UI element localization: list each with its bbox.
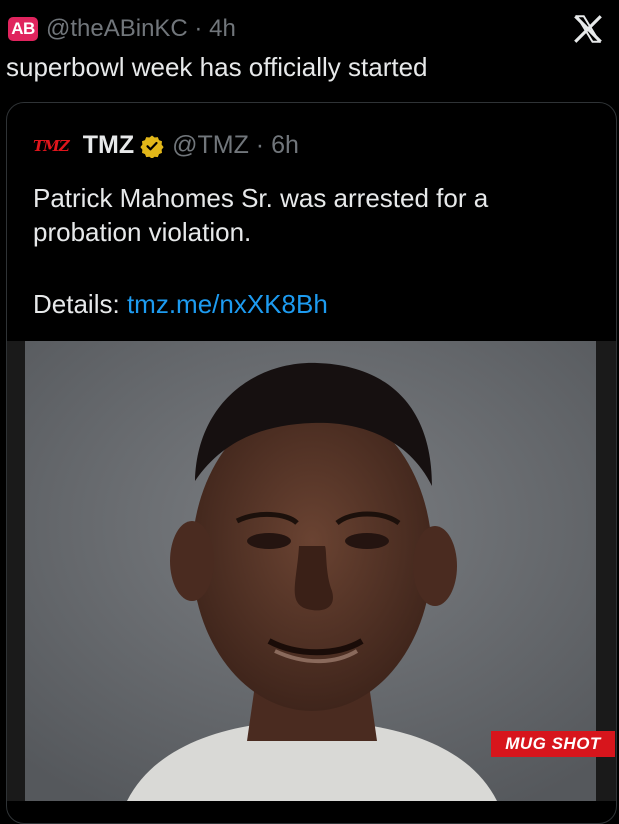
verified-badge-icon (140, 135, 164, 158)
quoted-text: Patrick Mahomes Sr. was arrested for a p… (33, 183, 489, 247)
quoted-tweet-card[interactable]: TMZ TMZ @TMZ · 6h Patrick Mahomes Sr. wa… (6, 102, 617, 824)
tweet-handle-time[interactable]: @theABinKC · 4h (46, 15, 236, 43)
quoted-name[interactable]: TMZ (83, 131, 134, 160)
user-avatar[interactable]: AB (8, 17, 38, 41)
dot-separator: · (248, 131, 272, 159)
tweet-handle[interactable]: @theABinKC (46, 15, 188, 42)
quoted-handle-time[interactable]: @TMZ · 6h (172, 131, 299, 160)
details-link[interactable]: tmz.me/nxXK8Bh (127, 289, 328, 319)
quoted-header: TMZ TMZ @TMZ · 6h (33, 131, 299, 160)
quoted-details: Details: tmz.me/nxXK8Bh (33, 289, 328, 320)
quoted-handle[interactable]: @TMZ (172, 131, 249, 159)
tweet-text: superbowl week has officially started (6, 52, 428, 82)
tweet-header: AB @theABinKC · 4h (8, 14, 611, 44)
x-logo-icon[interactable] (571, 12, 605, 46)
quoted-time[interactable]: 6h (271, 131, 299, 159)
mug-shot-badge: MUG SHOT (491, 731, 615, 757)
dot-separator: · (187, 15, 210, 42)
details-label: Details: (33, 289, 120, 319)
tmz-avatar-logo[interactable]: TMZ (33, 137, 70, 155)
tweet-time[interactable]: 4h (209, 15, 236, 42)
